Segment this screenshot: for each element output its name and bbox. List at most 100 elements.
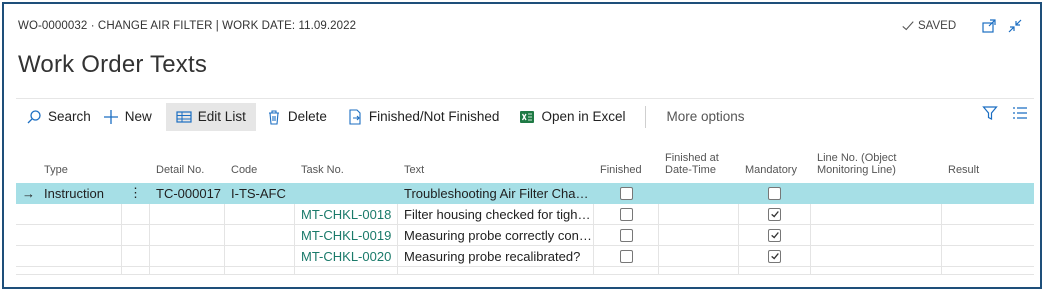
cell-finished: [594, 204, 659, 224]
table-row[interactable]: MT-CHKL-0019 Measuring probe correctly c…: [16, 225, 1034, 246]
mandatory-checkbox[interactable]: [768, 249, 781, 263]
row-menu-button[interactable]: ⋮: [122, 183, 150, 203]
table-row[interactable]: → Instruction ⋮ TC-000017 I-TS-AFC Troub…: [16, 183, 1034, 204]
toolbar-divider: [645, 105, 647, 128]
cell-code[interactable]: I-TS-AFC: [225, 183, 295, 203]
cell-result[interactable]: [942, 246, 1034, 266]
cell-task-no-link[interactable]: MT-CHKL-0020: [295, 246, 398, 266]
cell-type[interactable]: [16, 246, 122, 266]
cell-mandatory: [739, 246, 811, 266]
cell-type[interactable]: [16, 204, 122, 224]
cell-line-no[interactable]: [811, 183, 942, 203]
page-title: Work Order Texts: [18, 51, 208, 78]
col-type[interactable]: Type: [16, 142, 122, 176]
col-mandatory[interactable]: Mandatory: [739, 142, 811, 176]
work-order-texts-grid: Type Detail No. Code Task No. Text Finis…: [16, 142, 1034, 275]
cell-task-no-link[interactable]: MT-CHKL-0019: [295, 225, 398, 245]
more-options-button[interactable]: More options: [656, 103, 754, 131]
empty-cell: [942, 267, 1034, 274]
cell-task-no-link[interactable]: MT-CHKL-0018: [295, 204, 398, 224]
action-bar: Search New Edit List Delete Finished/Not…: [16, 98, 1034, 134]
document-arrow-icon: [349, 108, 361, 125]
row-arrow-icon: →: [22, 185, 35, 201]
cell-text[interactable]: Filter housing checked for tight ...: [398, 204, 594, 224]
cell-finished: [594, 183, 659, 203]
cell-result[interactable]: [942, 204, 1034, 224]
finished-toggle-button[interactable]: Finished/Not Finished: [337, 103, 510, 131]
table-row[interactable]: MT-CHKL-0018 Filter housing checked for …: [16, 204, 1034, 225]
edit-list-icon: [176, 110, 192, 123]
cell-type[interactable]: → Instruction: [16, 183, 122, 203]
mandatory-checkbox[interactable]: [768, 207, 781, 221]
edit-list-label: Edit List: [197, 109, 246, 124]
new-button[interactable]: New: [101, 103, 162, 131]
cell-finished-at[interactable]: [659, 246, 739, 266]
empty-cell: [594, 267, 659, 274]
col-finished[interactable]: Finished: [594, 142, 659, 176]
finished-checkbox[interactable]: [619, 228, 633, 242]
cell-finished-at[interactable]: [659, 204, 739, 224]
cell-result[interactable]: [942, 183, 1034, 203]
text-value: Measuring probe correctly conn...: [404, 227, 593, 243]
cell-mandatory: [739, 183, 811, 203]
filter-icon[interactable]: [982, 105, 998, 121]
cell-code[interactable]: [225, 225, 295, 245]
row-menu-button[interactable]: [122, 246, 150, 266]
grid-body: → Instruction ⋮ TC-000017 I-TS-AFC Troub…: [16, 183, 1034, 275]
col-detail-no[interactable]: Detail No.: [150, 142, 225, 176]
open-in-excel-button[interactable]: Open in Excel: [509, 103, 635, 131]
cell-type[interactable]: [16, 225, 122, 245]
grid-header: Type Detail No. Code Task No. Text Finis…: [16, 142, 1034, 183]
table-row[interactable]: MT-CHKL-0020 Measuring probe recalibrate…: [16, 246, 1034, 267]
mandatory-checkbox[interactable]: [768, 186, 781, 200]
toolbar-right: [982, 105, 1028, 121]
cell-result[interactable]: [942, 225, 1034, 245]
cell-text[interactable]: Measuring probe recalibrated?: [398, 246, 594, 266]
list-view-icon[interactable]: [1012, 105, 1028, 121]
cell-line-no[interactable]: [811, 204, 942, 224]
finished-checkbox[interactable]: [619, 186, 633, 200]
cell-text[interactable]: Troubleshooting Air Filter Change: [398, 183, 594, 203]
empty-cell: [659, 267, 739, 274]
cell-line-no[interactable]: [811, 246, 942, 266]
col-result[interactable]: Result: [942, 142, 1034, 176]
open-in-excel-label: Open in Excel: [541, 109, 626, 124]
collapse-icon[interactable]: [1007, 18, 1023, 34]
finished-checkbox[interactable]: [619, 207, 633, 221]
cell-detail-no[interactable]: [150, 225, 225, 245]
saved-label: SAVED: [918, 20, 957, 32]
cell-code[interactable]: [225, 204, 295, 224]
empty-cell: [295, 267, 398, 274]
new-label: New: [124, 109, 152, 124]
col-code[interactable]: Code: [225, 142, 295, 176]
delete-button[interactable]: Delete: [256, 103, 337, 131]
cell-detail-no[interactable]: [150, 246, 225, 266]
mandatory-checkbox[interactable]: [768, 228, 781, 242]
cell-code[interactable]: [225, 246, 295, 266]
cell-finished-at[interactable]: [659, 225, 739, 245]
row-menu-button[interactable]: [122, 225, 150, 245]
text-value: Troubleshooting Air Filter Change: [404, 185, 593, 201]
row-menu-button[interactable]: [122, 204, 150, 224]
cell-finished-at[interactable]: [659, 183, 739, 203]
col-text[interactable]: Text: [398, 142, 594, 176]
cell-text[interactable]: Measuring probe correctly conn...: [398, 225, 594, 245]
cell-detail-no[interactable]: TC-000017: [150, 183, 225, 203]
page-frame: WO-0000032 · CHANGE AIR FILTER | WORK DA…: [2, 2, 1042, 289]
cell-task-no-link[interactable]: [295, 183, 398, 203]
cell-detail-no[interactable]: [150, 204, 225, 224]
delete-label: Delete: [287, 109, 327, 124]
edit-list-button[interactable]: Edit List: [165, 102, 256, 131]
checkmark-icon: [902, 21, 914, 31]
col-spacer: [122, 142, 150, 176]
col-line-no[interactable]: Line No. (Object Monitoring Line): [811, 142, 942, 176]
col-finished-at[interactable]: Finished at Date-Time: [659, 142, 739, 176]
finished-checkbox[interactable]: [619, 249, 633, 263]
cell-line-no[interactable]: [811, 225, 942, 245]
open-new-window-icon[interactable]: [981, 18, 997, 34]
plus-icon: [103, 109, 118, 124]
empty-cell: [122, 267, 150, 274]
col-task-no[interactable]: Task No.: [295, 142, 398, 176]
search-button[interactable]: Search: [16, 103, 101, 131]
empty-cell: [225, 267, 295, 274]
